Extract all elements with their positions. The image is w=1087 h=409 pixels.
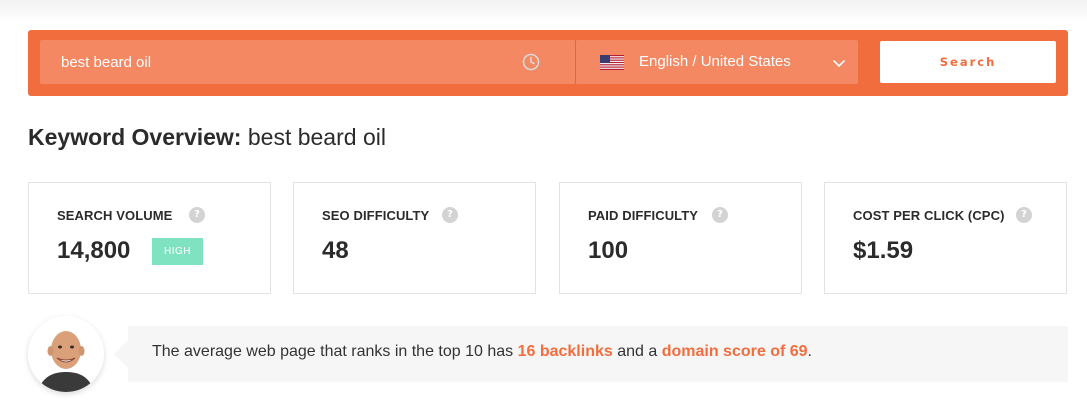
page-title: Keyword Overview: best beard oil [28,124,386,151]
tip-bubble: The average web page that ranks in the t… [128,326,1068,382]
avatar-portrait-icon [28,316,104,392]
tip-text-before: The average web page that ranks in the t… [152,343,514,360]
top-shadow [0,0,1087,22]
search-bar: English / United States Search [28,30,1068,96]
domain-score-highlight: domain score of 69 [661,343,808,360]
metric-value: 48 [322,237,349,264]
search-button[interactable]: Search [880,41,1056,83]
metric-label: SEO DIFFICULTY [322,208,430,223]
avatar [28,316,104,392]
backlinks-highlight: 16 backlinks [517,343,613,360]
chevron-down-icon[interactable] [832,56,846,70]
language-label: English / United States [639,53,791,70]
keyword-field[interactable] [40,40,575,84]
tip-text: The average web page that ranks in the t… [152,343,812,361]
tip-section: The average web page that ranks in the t… [28,316,1068,409]
metric-label: COST PER CLICK (CPC) [853,208,1005,223]
metric-card-seo-difficulty: SEO DIFFICULTY ? 48 [293,182,536,294]
keyword-input[interactable] [40,40,520,84]
clock-icon[interactable] [522,53,540,71]
metric-value: $1.59 [853,237,914,264]
tip-text-after: . [807,343,812,360]
tip-text-middle: and a [617,343,658,360]
bubble-tail [114,340,128,368]
language-select[interactable]: English / United States [575,40,858,84]
question-icon[interactable]: ? [712,207,728,223]
metric-card-cpc: COST PER CLICK (CPC) ? $1.59 [824,182,1067,294]
metric-label: PAID DIFFICULTY [588,208,699,223]
metric-label: SEARCH VOLUME [57,208,173,223]
metric-card-paid-difficulty: PAID DIFFICULTY ? 100 [559,182,802,294]
metric-card-search-volume: SEARCH VOLUME ? 14,800 HIGH [28,182,271,294]
volume-badge: HIGH [152,238,203,265]
us-flag-icon [600,55,624,70]
question-icon[interactable]: ? [189,207,205,223]
metric-value: 100 [588,237,629,264]
metric-value: 14,800 [57,237,131,264]
page-title-prefix: Keyword Overview: [28,124,242,150]
metric-cards: SEARCH VOLUME ? 14,800 HIGH SEO DIFFICUL… [28,182,1068,294]
page-title-keyword: best beard oil [247,124,386,150]
question-icon[interactable]: ? [442,207,458,223]
question-icon[interactable]: ? [1016,207,1032,223]
